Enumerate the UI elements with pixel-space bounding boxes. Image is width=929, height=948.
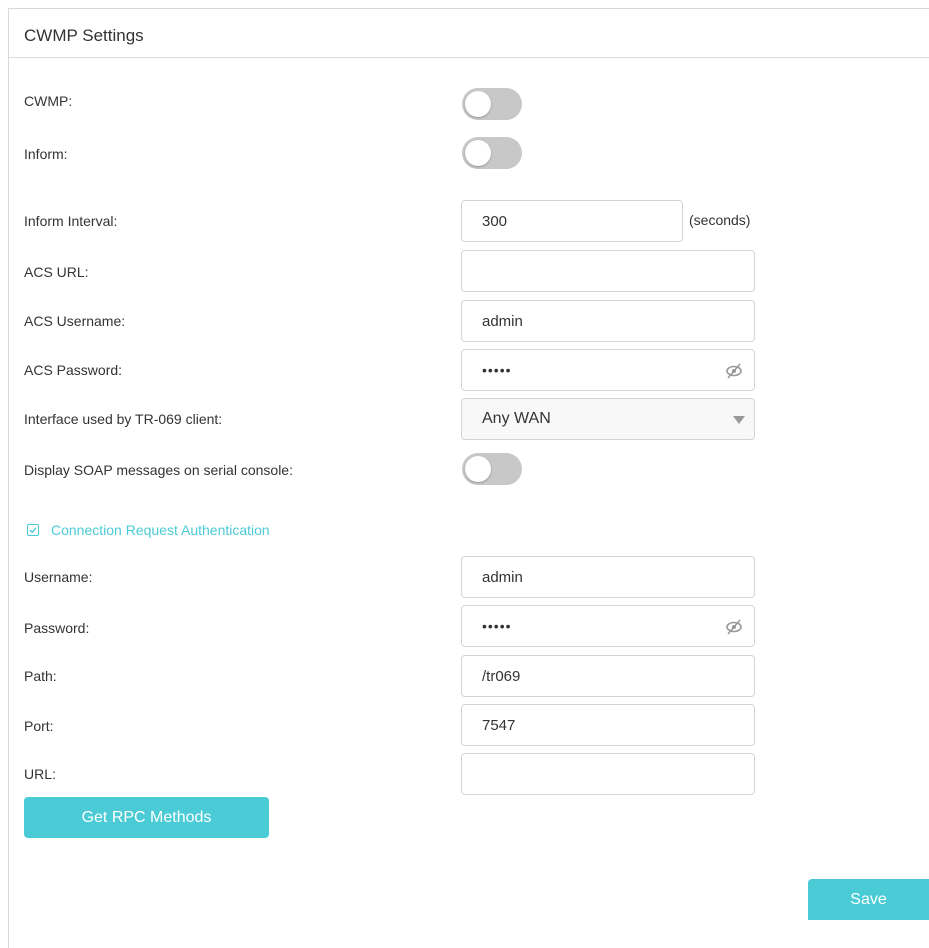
panel-title: CWMP Settings (24, 26, 144, 45)
port-input[interactable] (462, 705, 722, 745)
interface-selected-value: Any WAN (482, 410, 551, 427)
username-label: Username: (24, 569, 93, 585)
port-label: Port: (24, 718, 54, 734)
toggle-knob (465, 91, 491, 117)
url-input[interactable] (462, 754, 722, 794)
path-input[interactable] (462, 656, 722, 696)
inform-interval-input[interactable] (462, 201, 722, 241)
password-field[interactable]: ••••• (461, 605, 755, 647)
acs-url-label: ACS URL: (24, 264, 89, 280)
interface-select[interactable]: Any WAN (461, 398, 755, 440)
acs-password-label: ACS Password: (24, 362, 123, 378)
port-field (461, 704, 755, 746)
get-rpc-methods-button[interactable]: Get RPC Methods (24, 797, 269, 838)
acs-username-label: ACS Username: (24, 313, 126, 329)
url-label: URL: (24, 766, 56, 782)
url-field (461, 753, 755, 795)
chevron-down-icon (733, 416, 745, 424)
inform-interval-unit: (seconds) (689, 212, 751, 228)
password-label: Password: (24, 620, 90, 636)
acs-password-value: ••••• (482, 362, 512, 378)
inform-interval-label: Inform Interval: (24, 213, 118, 229)
title-divider (9, 57, 929, 58)
acs-username-input[interactable] (462, 301, 722, 341)
inform-toggle[interactable] (462, 137, 522, 169)
username-field (461, 556, 755, 598)
interface-label: Interface used by TR-069 client: (24, 411, 223, 427)
connection-request-auth-label: Connection Request Authentication (51, 522, 270, 538)
eye-slash-icon[interactable] (724, 361, 744, 381)
cwmp-label: CWMP: (24, 93, 73, 109)
path-field (461, 655, 755, 697)
save-button[interactable]: Save (808, 879, 929, 920)
eye-slash-icon[interactable] (724, 617, 744, 637)
toggle-knob (465, 456, 491, 482)
toggle-knob (465, 140, 491, 166)
acs-url-input[interactable] (462, 251, 722, 291)
path-label: Path: (24, 668, 57, 684)
soap-toggle[interactable] (462, 453, 522, 485)
soap-label: Display SOAP messages on serial console: (24, 462, 293, 478)
inform-label: Inform: (24, 146, 68, 162)
username-input[interactable] (462, 557, 722, 597)
cwmp-toggle[interactable] (462, 88, 522, 120)
acs-username-field (461, 300, 755, 342)
checkmark-icon (27, 524, 39, 536)
password-value: ••••• (482, 618, 512, 634)
acs-url-field (461, 250, 755, 292)
inform-interval-field (461, 200, 722, 242)
acs-password-field[interactable]: ••••• (461, 349, 755, 391)
